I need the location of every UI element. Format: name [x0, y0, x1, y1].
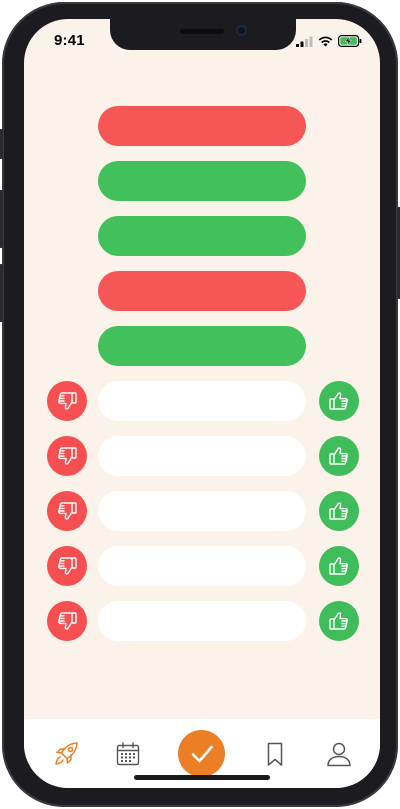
thumbs-down-button[interactable] — [47, 381, 87, 421]
tab-bar — [24, 719, 380, 788]
checkmark-icon — [191, 745, 213, 762]
tab-bookmarks[interactable] — [260, 739, 290, 769]
calendar-icon — [116, 742, 140, 766]
thumbs-up-icon — [329, 447, 348, 465]
thumbs-up-button[interactable] — [319, 601, 359, 641]
thumbs-up-button[interactable] — [319, 436, 359, 476]
result-bar-correct — [98, 216, 306, 256]
app-screen: 9:41 — [24, 19, 380, 788]
answer-row-field[interactable] — [98, 491, 306, 531]
answer-row-field[interactable] — [98, 381, 306, 421]
thumbs-down-button[interactable] — [47, 546, 87, 586]
thumbs-down-icon — [58, 447, 77, 465]
thumbs-up-button[interactable] — [319, 546, 359, 586]
rocket-icon — [55, 742, 78, 765]
cellular-signal-icon — [296, 36, 313, 47]
result-bar-correct — [98, 326, 306, 366]
thumbs-down-icon — [58, 392, 77, 410]
thumbs-down-button[interactable] — [47, 436, 87, 476]
result-bar-correct — [98, 161, 306, 201]
thumbs-up-button[interactable] — [319, 381, 359, 421]
status-icons — [296, 35, 362, 47]
thumbs-down-button[interactable] — [47, 491, 87, 531]
battery-charging-icon — [338, 35, 362, 47]
thumbs-down-icon — [58, 612, 77, 630]
earpiece-speaker — [180, 29, 224, 34]
status-time: 9:41 — [54, 32, 85, 49]
wifi-icon — [318, 36, 333, 46]
mute-switch — [0, 129, 3, 159]
phone-frame: 9:41 — [0, 2, 400, 807]
answer-row-field[interactable] — [98, 601, 306, 641]
thumbs-down-icon — [58, 502, 77, 520]
thumbs-up-icon — [329, 392, 348, 410]
tab-rocket[interactable] — [51, 739, 81, 769]
profile-icon — [327, 742, 351, 767]
result-bar-incorrect — [98, 271, 306, 311]
notch — [110, 19, 296, 50]
home-indicator[interactable] — [134, 775, 270, 780]
bookmark-icon — [267, 742, 283, 766]
answer-row-field[interactable] — [98, 436, 306, 476]
thumbs-down-button[interactable] — [47, 601, 87, 641]
thumbs-up-icon — [329, 612, 348, 630]
thumbs-up-icon — [329, 557, 348, 575]
volume-up-button — [0, 190, 3, 248]
tab-profile[interactable] — [324, 739, 354, 769]
result-bar-incorrect — [98, 106, 306, 146]
thumbs-up-icon — [329, 502, 348, 520]
thumbs-down-icon — [58, 557, 77, 575]
tab-calendar[interactable] — [113, 739, 143, 769]
thumbs-up-button[interactable] — [319, 491, 359, 531]
answer-row-field[interactable] — [98, 546, 306, 586]
check-button[interactable] — [178, 730, 225, 777]
front-camera — [236, 25, 247, 36]
volume-down-button — [0, 264, 3, 322]
